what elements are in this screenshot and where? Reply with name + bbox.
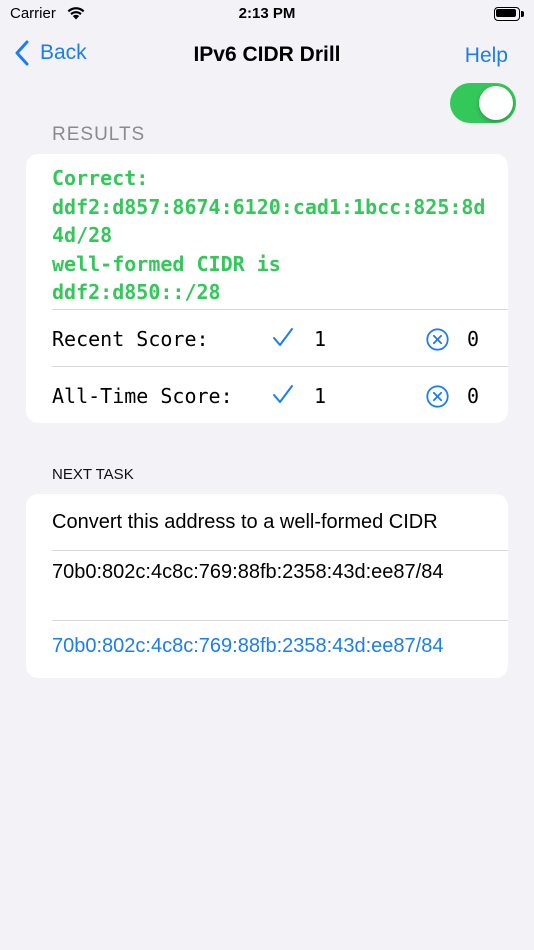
divider — [52, 550, 508, 551]
all-time-correct-count: 1 — [314, 384, 327, 408]
checkmark-icon — [273, 328, 293, 346]
status-time: 2:13 PM — [238, 5, 296, 22]
task-address: 70b0:802c:4c8c:769:88fb:2358:43d:ee87/84 — [52, 561, 444, 583]
results-section-header: RESULTS — [52, 124, 146, 145]
all-time-score-row: All-Time Score: 1 0 — [26, 368, 508, 423]
recent-score-row: Recent Score: 1 0 — [26, 311, 508, 367]
next-task-section-header: NEXT TASK — [52, 466, 134, 483]
navigation-bar: Back IPv6 CIDR Drill Help — [0, 32, 534, 78]
all-time-score-label: All-Time Score: — [52, 384, 233, 408]
x-circle-icon — [426, 385, 449, 408]
screen: Carrier 2:13 PM Back IPv6 CIDR Drill Hel… — [0, 0, 534, 950]
status-bar: Carrier 2:13 PM — [0, 0, 534, 28]
all-time-wrong-count: 0 — [467, 384, 480, 408]
task-instruction: Convert this address to a well-formed CI… — [52, 511, 438, 533]
divider — [52, 309, 508, 310]
checkmark-icon — [273, 385, 293, 403]
help-button[interactable]: Help — [465, 44, 508, 68]
divider — [52, 620, 508, 621]
page-title: IPv6 CIDR Drill — [193, 43, 341, 66]
recent-wrong-count: 0 — [467, 327, 480, 351]
x-circle-icon — [426, 328, 449, 351]
mode-toggle[interactable] — [450, 83, 516, 123]
divider — [52, 366, 508, 367]
results-card: Correct: ddf2:d857:8674:6120:cad1:1bcc:8… — [26, 154, 508, 423]
toggle-knob — [479, 86, 513, 120]
battery-icon — [494, 7, 524, 21]
next-task-card: Convert this address to a well-formed CI… — [26, 494, 508, 678]
recent-score-label: Recent Score: — [52, 327, 209, 351]
recent-correct-count: 1 — [314, 327, 327, 351]
result-feedback: Correct: ddf2:d857:8674:6120:cad1:1bcc:8… — [52, 166, 486, 304]
answer-input[interactable] — [52, 632, 482, 660]
